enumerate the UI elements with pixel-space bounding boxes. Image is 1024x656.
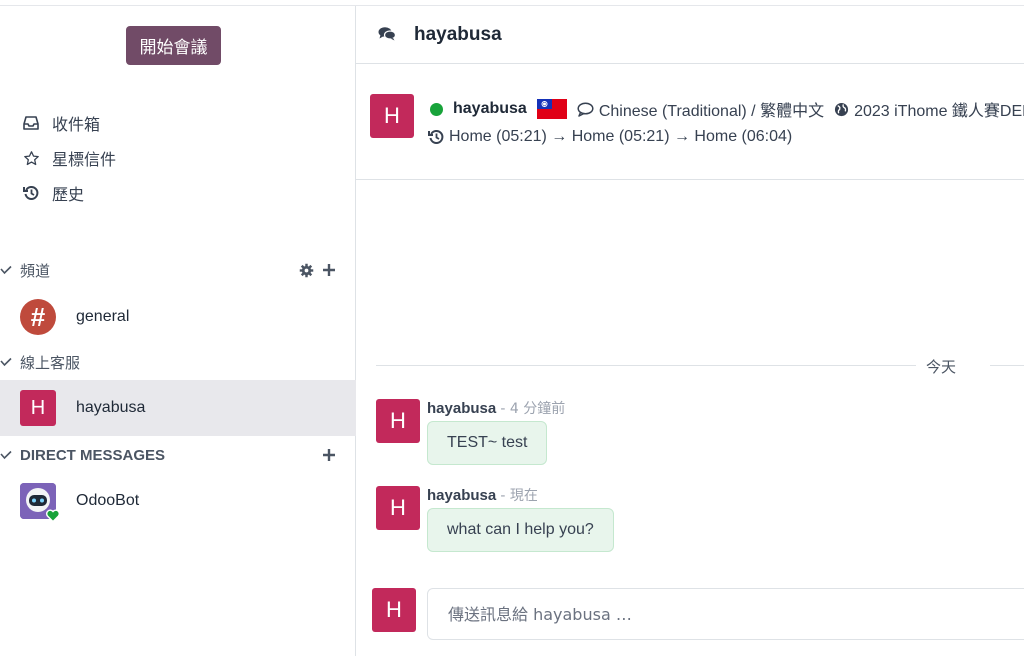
start-meeting-button[interactable]: 開始會議 <box>126 26 221 65</box>
chevron-down-icon <box>0 357 12 367</box>
date-separator: 今天 <box>926 358 957 376</box>
star-icon <box>22 149 40 167</box>
message-author[interactable]: hayabusa <box>427 487 496 504</box>
message-input[interactable] <box>427 588 1024 640</box>
comment-icon <box>577 101 594 117</box>
inbox-icon <box>22 114 40 132</box>
online-status-icon <box>430 102 443 116</box>
thread-hayabusa[interactable]: H hayabusa <box>0 380 356 436</box>
thread-title: hayabusa <box>414 23 502 45</box>
message-author[interactable]: hayabusa <box>427 400 496 417</box>
visitor-banner: H hayabusa Chinese (Traditional) / 繁體中文 … <box>356 64 1024 180</box>
sidebar-item-label: 歷史 <box>52 185 85 204</box>
thread-view: hayabusa H hayabusa Chinese (Traditional… <box>356 6 1024 656</box>
thread-general[interactable]: # general <box>0 289 356 345</box>
thread-name: hayabusa <box>76 399 146 416</box>
sidebar-item-label: 星標信件 <box>52 150 117 169</box>
thread-header: hayabusa <box>356 6 1024 64</box>
category-label: 線上客服 <box>20 353 81 372</box>
date-separator-line <box>376 365 916 366</box>
history-icon <box>22 184 40 202</box>
message-avatar[interactable]: H <box>376 486 420 530</box>
message-bubble: TEST~ test <box>427 421 548 465</box>
message-time: - 4 分鐘前 <box>500 401 566 417</box>
discuss-app: 開始會議 收件箱 星標信件 歷史 頻道 # general 線上客服 H hay… <box>0 0 1024 656</box>
visitor-website: 2023 iThome 鐵人賽DEMO <box>854 103 1024 120</box>
date-separator-line <box>990 365 1024 366</box>
category-label: 頻道 <box>20 261 51 280</box>
category-label: DIRECT MESSAGES <box>20 446 166 464</box>
category-direct-messages[interactable]: DIRECT MESSAGES <box>0 442 356 468</box>
message-time: - 現在 <box>500 488 538 504</box>
visitor-info-row: hayabusa Chinese (Traditional) / 繁體中文 20… <box>430 97 1024 121</box>
visitor-history-row: Home (05:21) → Home (05:21) → Home (06:0… <box>428 128 792 146</box>
message-meta: hayabusa - 4 分鐘前 <box>427 398 565 418</box>
thread-name: OdooBot <box>76 492 140 509</box>
thread-odoobot[interactable]: OdooBot <box>0 473 356 529</box>
sidebar-item-history[interactable]: 歷史 <box>22 181 84 205</box>
add-channel-icon[interactable] <box>322 263 336 277</box>
message-meta: hayabusa - 現在 <box>427 485 538 505</box>
globe-icon <box>834 102 849 117</box>
thread-name: general <box>76 308 130 325</box>
avatar: H <box>20 390 56 426</box>
visitor-language: Chinese (Traditional) / 繁體中文 <box>598 103 825 120</box>
odoobot-avatar <box>20 483 60 523</box>
message-avatar[interactable]: H <box>376 399 420 443</box>
visitor-page-history: Home (05:21) → Home (05:21) → Home (06:0… <box>449 128 793 145</box>
visitor-name: hayabusa <box>453 100 527 117</box>
add-chat-icon[interactable] <box>322 448 336 462</box>
chevron-down-icon <box>0 450 12 460</box>
composer-avatar: H <box>372 588 416 632</box>
sidebar-item-starred[interactable]: 星標信件 <box>22 146 116 170</box>
sidebar-item-inbox[interactable]: 收件箱 <box>22 111 100 135</box>
message-bubble: what can I help you? <box>427 508 614 552</box>
gear-icon[interactable] <box>299 263 314 278</box>
chevron-down-icon <box>0 265 12 275</box>
history-icon <box>428 129 444 145</box>
channel-avatar: # <box>20 299 56 335</box>
sidebar: 開始會議 收件箱 星標信件 歷史 頻道 # general 線上客服 H hay… <box>0 6 356 656</box>
category-channels[interactable]: 頻道 <box>0 257 356 283</box>
visitor-avatar: H <box>370 94 414 138</box>
comments-icon <box>378 26 397 46</box>
online-heart-icon <box>46 509 60 527</box>
sidebar-item-label: 收件箱 <box>52 115 101 134</box>
taiwan-flag-icon <box>536 99 567 119</box>
category-livechat[interactable]: 線上客服 <box>0 349 356 375</box>
